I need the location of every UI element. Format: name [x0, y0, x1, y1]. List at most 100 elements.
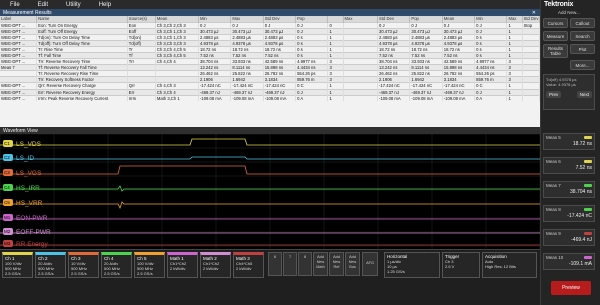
channel-badge-math-2[interactable]: Math 2 Ch1*Ch2 2 kW/div [200, 252, 231, 278]
add-channel-6[interactable]: 6 [268, 252, 282, 276]
trace-badge-label: C5 [4, 200, 10, 205]
channel-setting: 2.5 GS/s [38, 271, 54, 276]
horizontal-line: 1.25 GS/s [387, 269, 405, 274]
table-row[interactable]: WBG-DPT ... Td(off): Turn Off Delay Time T… [0, 39, 541, 47]
channel-badge-ch-5[interactable]: Ch 5 100 V/div 500 MHz 2.5 GS/s [134, 252, 165, 278]
column-header[interactable]: Std Dev [522, 16, 541, 22]
more-button[interactable]: More... [570, 60, 595, 70]
meas-color-dot [584, 136, 592, 139]
meas-title: Meas 10 [546, 255, 564, 260]
trigger-line: 2.6 V [445, 264, 455, 269]
acquisition-settings[interactable]: Acquisition Auto High Res: 12 Bits [482, 252, 537, 278]
meas-value: 38.704 ns [570, 189, 592, 195]
table-row[interactable]: Tr: Reverse Recovery Rise Time 26.462 ns 2… [0, 70, 541, 77]
add-channel-7[interactable]: 7 [283, 252, 297, 276]
channel-badge-ch-3[interactable]: Ch 3 10 V/div 500 MHz 2.5 GS/s [68, 252, 99, 278]
afg-button[interactable]: AFG [362, 252, 378, 276]
results-table: Label Name Source(s) Mean Min Max Std Dev Pop Ma… [0, 16, 541, 101]
add-new-bus-button[interactable]: Add New Bus [345, 252, 360, 276]
measurement-badge[interactable]: Meas 6 7.52 ns [543, 157, 595, 174]
table-row[interactable]: WBG-DPT ... Td(on): Turn On Delay Time Td(… [0, 33, 541, 41]
meas-title: Meas 7 [546, 183, 561, 188]
trace-badge-label: C2 [4, 155, 10, 160]
meas-value: -17.424 nC [567, 213, 592, 219]
channel-badge-math-1[interactable]: Math 1 Ch1*Ch2 2 kW/div [167, 252, 198, 278]
channel-setting: 2 kW/div [203, 266, 219, 271]
trace-label: RR Energy [16, 241, 49, 248]
meas-title: Meas 9 [546, 231, 561, 236]
table-cell: -109.08 mA [377, 94, 411, 101]
trace-label: LS_VGS [16, 170, 42, 177]
table-row[interactable]: WBG-DPT ... Err: Reverse Recovery Energy E… [0, 88, 541, 96]
results-table-button[interactable]: Results Table [543, 44, 568, 58]
channel-setting: 2.5 GS/s [137, 271, 153, 276]
table-cell: -109.08 mA [230, 94, 264, 101]
channel-badge-ch-1[interactable]: Ch 1 100 V/div 500 MHz 2.5 GS/s [2, 252, 33, 278]
measurement-badge[interactable]: Meas 10 -109.1 mA [543, 253, 595, 270]
table-row[interactable]: WBG-DPT ... Trr: Reverse Recovery Time Trr… [0, 58, 541, 65]
meas-title: Meas 5 [546, 135, 561, 140]
table-cell: -109.08 mA [442, 94, 476, 101]
measure-button[interactable]: Measure [543, 31, 568, 41]
trigger-settings[interactable]: Trigger Ch 3 2.6 V [442, 252, 480, 278]
trace-label: EON-PWR [16, 215, 48, 222]
channel-badge-ch-2[interactable]: Ch 2 20 A/div 500 MHz 2.5 GS/s [35, 252, 66, 278]
add-new-math-button[interactable]: Add New Math [313, 252, 328, 276]
meas-value: -469.4 nJ [571, 237, 592, 243]
measurement-zoom-panel: Td(off) 4.9378 µs Value: 4.9378 µs Prev … [543, 74, 595, 110]
results-title-bar: Measurement Results ✕ [0, 9, 540, 16]
waveform-view[interactable]: C1 LS_VDS C2 LS_ID C3 LS_VGS C4 HS_IRR C5 HS_VRR M… [0, 134, 540, 249]
trace-badge-label: M3 [4, 241, 11, 246]
meas-color-dot [584, 184, 592, 187]
preview-button[interactable]: Preview [551, 281, 591, 295]
channel-setting: 2.5 GS/s [71, 271, 87, 276]
horizontal-settings[interactable]: Horizontal 1 µs/div 10 µs 1.25 GS/s [384, 252, 440, 278]
trace-badge-label: C4 [4, 185, 10, 190]
next-button[interactable]: Next [576, 91, 592, 98]
waveform-canvas[interactable]: C1 LS_VDS C2 LS_ID C3 LS_VGS C4 HS_IRR C5 HS_VRR M… [0, 134, 540, 249]
table-cell: 1 [327, 94, 344, 101]
add-new-ref-button[interactable]: Add New Ref [329, 252, 344, 276]
meas-value: 18.72 ns [572, 141, 592, 147]
measurement-results-panel: Measurement Results ✕ Label Name Source(s)… [0, 9, 541, 127]
tektronix-logo: Tektronix [544, 1, 574, 8]
trace-label: LS_ID [16, 155, 34, 162]
table-cell: Irrm: Peak Reverse Recovery Current [36, 94, 128, 101]
channel-setting: 2.5 GS/s [104, 271, 120, 276]
measurement-badge[interactable]: Meas 5 18.72 ns [543, 133, 595, 150]
meas-value: 7.52 ns [575, 165, 592, 171]
measurement-badge[interactable]: Meas 8 -17.424 nC [543, 205, 595, 222]
table-row[interactable]: WBG-DPT ... Irrm: Peak Reverse Recovery C… [0, 94, 541, 101]
add-channel-8[interactable]: 8 [298, 252, 312, 276]
meas-color-dot [584, 208, 592, 211]
table-row[interactable]: WBG-DPT ... Qrr: Reverse Recovery Charge Q… [0, 82, 541, 90]
meas-color-dot [584, 160, 592, 163]
add-new-label: Add New... [558, 10, 580, 15]
callout-button[interactable]: Callout [570, 18, 595, 28]
table-cell [522, 94, 541, 101]
close-icon[interactable]: ✕ [532, 10, 536, 16]
menu-utility[interactable]: Utility [66, 2, 81, 8]
meas-color-dot [584, 232, 592, 235]
table-cell [343, 94, 379, 101]
cursors-button[interactable]: Cursors [543, 18, 568, 28]
trace-label: LS_VDS [16, 141, 42, 148]
channel-badge-math-3[interactable]: Math 3 Ch4*Ch5 2 kW/div [233, 252, 264, 278]
measurement-badge[interactable]: Meas 9 -469.4 nJ [543, 229, 595, 246]
menu-file[interactable]: File [10, 2, 20, 8]
acquisition-line: High Res: 12 Bits [485, 264, 516, 269]
menu-edit[interactable]: Edit [38, 2, 48, 8]
table-cell: -109.08 mA [198, 94, 232, 101]
table-cell: 0 A [295, 94, 329, 101]
menu-bar: File Edit Utility Help [0, 0, 540, 9]
search-button[interactable]: Search [570, 31, 595, 41]
trace-badge-label: M1 [4, 215, 11, 220]
channel-badge-ch-4[interactable]: Ch 4 20 A/div 500 MHz 2.5 GS/s [101, 252, 132, 278]
measurement-badge[interactable]: Meas 7 38.704 ns [543, 181, 595, 198]
plot-button[interactable]: Plot [570, 44, 595, 54]
menu-help[interactable]: Help [99, 2, 111, 8]
prev-button[interactable]: Prev [546, 91, 562, 98]
table-cell: 0 A [474, 94, 508, 101]
table-row[interactable]: Meas 7 Tf: Reverse Recovery Fall Time 13.2… [0, 64, 541, 71]
meas-title: Meas 6 [546, 159, 561, 164]
